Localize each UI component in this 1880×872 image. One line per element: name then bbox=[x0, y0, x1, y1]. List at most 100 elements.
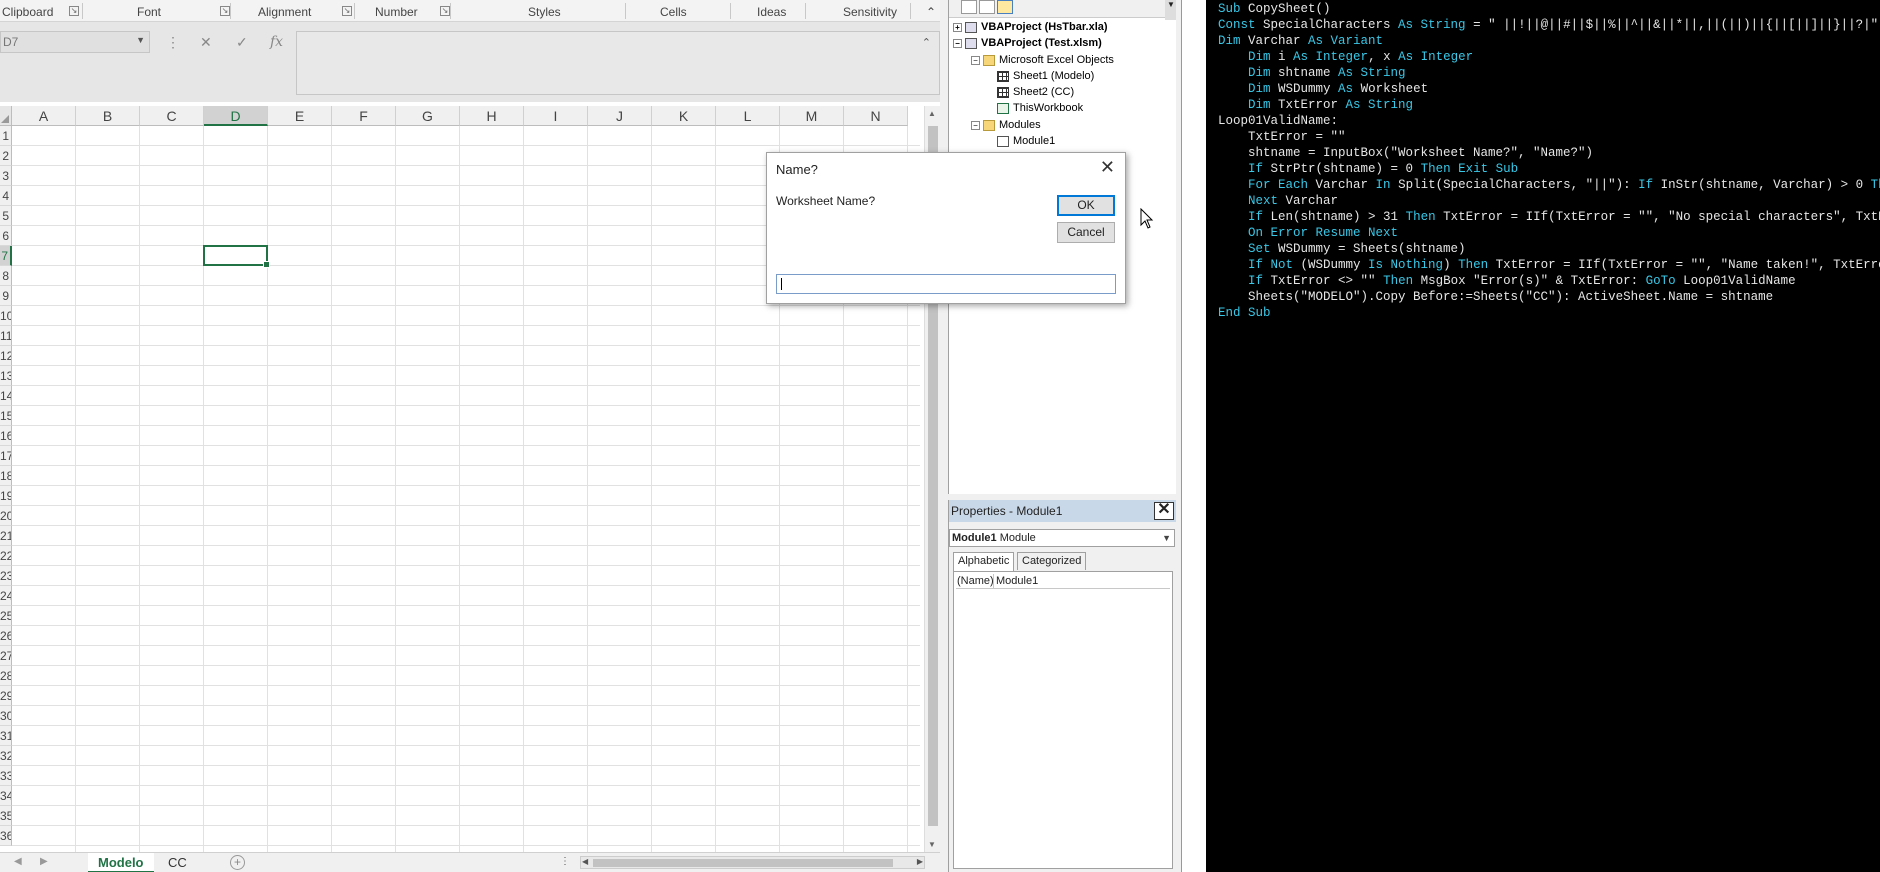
row-header[interactable]: 36 bbox=[0, 826, 12, 846]
row-header[interactable]: 21 bbox=[0, 526, 12, 546]
row-header[interactable]: 10 bbox=[0, 306, 12, 326]
code-line[interactable]: For Each Varchar In Split(SpecialCharact… bbox=[1218, 177, 1880, 193]
column-header[interactable]: L bbox=[716, 106, 780, 126]
row-header[interactable]: 17 bbox=[0, 446, 12, 466]
row-header[interactable]: 6 bbox=[0, 226, 12, 246]
code-line[interactable]: Dim WSDummy As Worksheet bbox=[1218, 81, 1428, 97]
new-sheet-icon[interactable]: + bbox=[230, 855, 245, 870]
row-header[interactable]: 24 bbox=[0, 586, 12, 606]
ok-button[interactable]: OK bbox=[1057, 195, 1115, 216]
scroll-down-icon[interactable]: ▼ bbox=[1165, 0, 1176, 20]
row-header[interactable]: 5 bbox=[0, 206, 12, 226]
code-line[interactable]: shtname = InputBox("Worksheet Name?", "N… bbox=[1218, 145, 1593, 161]
select-all-button[interactable] bbox=[0, 106, 12, 126]
cancel-button[interactable]: Cancel bbox=[1057, 222, 1115, 243]
row-header[interactable]: 31 bbox=[0, 726, 12, 746]
code-editor[interactable]: Sub CopySheet() Const SpecialCharacters A… bbox=[1206, 0, 1880, 872]
scroll-right-icon[interactable]: ▶ bbox=[917, 857, 923, 866]
tree-node[interactable]: − VBAProject (Test.xlsm) bbox=[953, 35, 1102, 51]
close-icon[interactable]: ✕ bbox=[1100, 157, 1115, 178]
expand-icon[interactable]: + bbox=[953, 22, 962, 32]
tree-node[interactable]: ThisWorkbook bbox=[997, 100, 1083, 116]
tree-node[interactable]: − Microsoft Excel Objects bbox=[971, 52, 1114, 68]
row-header[interactable]: 14 bbox=[0, 386, 12, 406]
more-options-icon[interactable]: ⋮ bbox=[166, 34, 180, 51]
insert-function-icon[interactable]: fx bbox=[270, 34, 283, 50]
object-selector[interactable]: Module1 Module ▼ bbox=[949, 529, 1175, 547]
code-line[interactable]: Next Varchar bbox=[1218, 193, 1338, 209]
row-header[interactable]: 30 bbox=[0, 706, 12, 726]
close-icon[interactable]: ✕ bbox=[1154, 502, 1174, 520]
column-header[interactable]: H bbox=[460, 106, 524, 126]
tree-node[interactable]: Module1 bbox=[997, 133, 1055, 149]
tree-node[interactable]: + VBAProject (HsTbar.xla) bbox=[953, 19, 1108, 35]
collapse-ribbon-icon[interactable]: ⌃ bbox=[926, 5, 936, 19]
formula-input[interactable]: ⌃ bbox=[296, 31, 940, 95]
column-header[interactable]: C bbox=[140, 106, 204, 126]
row-header[interactable]: 25 bbox=[0, 606, 12, 626]
column-header[interactable]: E bbox=[268, 106, 332, 126]
row-header[interactable]: 28 bbox=[0, 666, 12, 686]
horizontal-scrollbar[interactable]: ◀ ▶ bbox=[580, 856, 925, 869]
code-line[interactable]: If Len(shtname) > 31 Then TxtError = IIf… bbox=[1218, 209, 1880, 225]
row-header[interactable]: 29 bbox=[0, 686, 12, 706]
row-header[interactable]: 15 bbox=[0, 406, 12, 426]
code-line[interactable]: Sheets("MODELO").Copy Before:=Sheets("CC… bbox=[1218, 289, 1773, 305]
row-header[interactable]: 18 bbox=[0, 466, 12, 486]
row-header[interactable]: 16 bbox=[0, 426, 12, 446]
scroll-left-icon[interactable]: ◀ bbox=[582, 857, 588, 866]
toggle-folders-icon[interactable] bbox=[997, 0, 1013, 14]
tree-node[interactable]: Sheet2 (CC) bbox=[997, 84, 1074, 100]
sheet-tab-cc[interactable]: CC bbox=[158, 853, 197, 872]
code-line[interactable]: If StrPtr(shtname) = 0 Then Exit Sub bbox=[1218, 161, 1518, 177]
row-header[interactable]: 27 bbox=[0, 646, 12, 666]
column-header[interactable]: N bbox=[844, 106, 908, 126]
tree-node[interactable]: Sheet1 (Modelo) bbox=[997, 68, 1094, 84]
chevron-down-icon[interactable]: ▼ bbox=[136, 35, 145, 45]
column-header[interactable]: K bbox=[652, 106, 716, 126]
code-line[interactable]: End Sub bbox=[1218, 305, 1271, 321]
name-box[interactable]: D7 ▼ bbox=[0, 31, 150, 53]
tab-scroll-right-icon[interactable]: ▶ bbox=[40, 856, 48, 867]
dialog-launcher-icon[interactable]: ↘ bbox=[69, 6, 79, 16]
tab-alphabetic[interactable]: Alphabetic bbox=[953, 552, 1015, 571]
row-header[interactable]: 32 bbox=[0, 746, 12, 766]
row-header[interactable]: 23 bbox=[0, 566, 12, 586]
sheet-tab-modelo[interactable]: Modelo bbox=[88, 853, 154, 872]
scroll-up-icon[interactable]: ▲ bbox=[928, 109, 936, 118]
row-header[interactable]: 34 bbox=[0, 786, 12, 806]
collapse-icon[interactable]: − bbox=[953, 38, 962, 48]
row-header[interactable]: 26 bbox=[0, 626, 12, 646]
chevron-down-icon[interactable]: ▼ bbox=[1162, 530, 1171, 546]
code-line[interactable]: Const SpecialCharacters As String = " ||… bbox=[1218, 17, 1878, 33]
confirm-entry-icon[interactable]: ✓ bbox=[236, 34, 248, 51]
collapse-formula-bar-icon[interactable]: ⌃ bbox=[922, 36, 931, 49]
code-line[interactable]: Sub CopySheet() bbox=[1218, 1, 1331, 17]
code-line[interactable]: Dim shtname As String bbox=[1218, 65, 1406, 81]
collapse-icon[interactable]: − bbox=[971, 55, 980, 65]
row-header[interactable]: 4 bbox=[0, 186, 12, 206]
column-header[interactable]: A bbox=[12, 106, 76, 126]
column-header[interactable]: M bbox=[780, 106, 844, 126]
row-header[interactable]: 13 bbox=[0, 366, 12, 386]
column-header[interactable]: B bbox=[76, 106, 140, 126]
dialog-launcher-icon[interactable]: ↘ bbox=[220, 6, 230, 16]
row-header[interactable]: 1 bbox=[0, 126, 12, 146]
worksheet-name-input[interactable] bbox=[776, 274, 1116, 294]
property-value[interactable]: Module1 bbox=[996, 574, 1038, 589]
column-header[interactable]: D bbox=[204, 106, 268, 126]
scroll-down-icon[interactable]: ▼ bbox=[928, 840, 936, 849]
row-header[interactable]: 19 bbox=[0, 486, 12, 506]
horizontal-scroll-thumb[interactable] bbox=[593, 859, 893, 867]
code-line[interactable]: Loop01ValidName: bbox=[1218, 113, 1338, 129]
code-line[interactable]: Dim TxtError As String bbox=[1218, 97, 1413, 113]
cancel-entry-icon[interactable]: ✕ bbox=[200, 34, 212, 51]
code-line[interactable]: On Error Resume Next bbox=[1218, 225, 1398, 241]
view-object-icon[interactable] bbox=[979, 0, 995, 14]
code-line[interactable]: Dim i As Integer, x As Integer bbox=[1218, 49, 1473, 65]
code-line[interactable]: Dim Varchar As Variant bbox=[1218, 33, 1383, 49]
row-header[interactable]: 33 bbox=[0, 766, 12, 786]
tab-scroll-left-icon[interactable]: ◀ bbox=[14, 856, 22, 867]
property-row[interactable]: (Name) Module1 bbox=[956, 574, 1170, 589]
row-header[interactable]: 22 bbox=[0, 546, 12, 566]
